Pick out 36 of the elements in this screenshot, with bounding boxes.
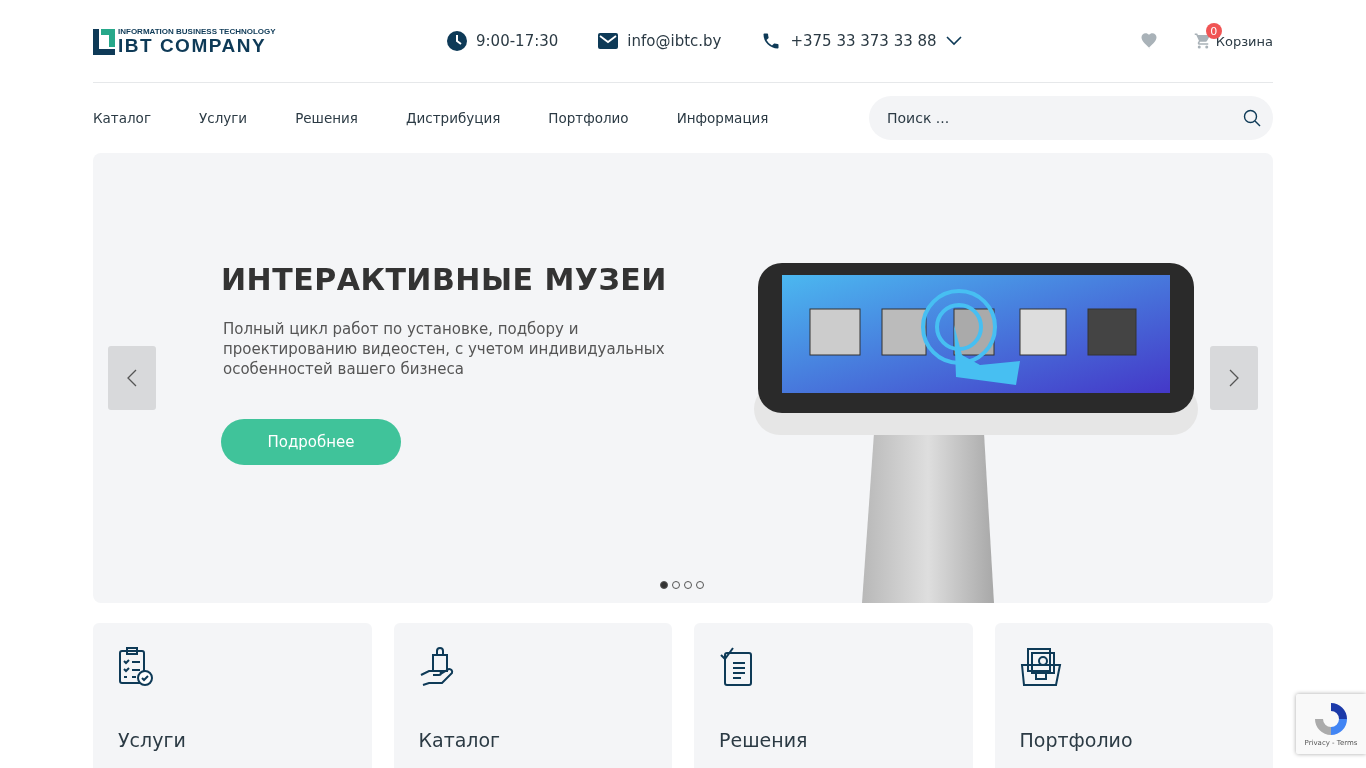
card-title: Решения <box>719 729 808 751</box>
nav-link[interactable]: Услуги <box>199 110 248 126</box>
card-title: Каталог <box>418 729 501 751</box>
cart-count-badge: 0 <box>1205 23 1222 39</box>
contact-link[interactable]: info@ibtc.by <box>627 32 722 50</box>
chevron-down-icon[interactable] <box>945 36 962 46</box>
nav-link[interactable]: Дистрибуция <box>405 110 501 126</box>
nav-link[interactable]: Решения <box>295 110 358 126</box>
chevron-left-icon <box>127 369 137 387</box>
logo-tagline: INFORMATION BUSINESS TECHNOLOGY <box>118 27 276 36</box>
chevron-right-icon <box>1229 369 1239 387</box>
card-title: Услуги <box>118 729 186 751</box>
nav-link[interactable]: Портфолио <box>548 110 629 126</box>
slide-dot[interactable] <box>660 581 668 589</box>
category-card[interactable]: Каталог <box>393 623 672 768</box>
contact-link[interactable]: 9:00-17:30 <box>476 32 559 50</box>
category-card[interactable]: Услуги <box>93 623 372 768</box>
category-card[interactable]: Портфолио <box>994 623 1273 768</box>
category-card[interactable]: Решения <box>694 623 973 768</box>
checklist-icon <box>118 647 154 687</box>
card-title: Портфолио <box>1019 729 1133 751</box>
contact-link[interactable]: +375 33 373 33 88 <box>790 32 937 50</box>
hero-title: ИНТЕРАКТИВНЫЕ МУЗЕИ <box>221 261 668 297</box>
document-check-icon <box>719 647 755 687</box>
nav-link[interactable]: Информация <box>676 110 769 126</box>
hero-description: Полный цикл работ по установке, подбору и проектированию видеостен, с учетом индивидуальных особенностей вашего бизнеса <box>223 318 666 379</box>
search-icon[interactable] <box>1243 109 1261 127</box>
logo-name: IBT COMPANY <box>118 35 268 55</box>
nav-link[interactable]: Каталог <box>93 110 151 126</box>
folder-with-photos-icon <box>1019 647 1062 687</box>
clock-icon <box>447 31 467 51</box>
logo-mark-icon <box>93 28 115 55</box>
search-field[interactable]: Поиск ... <box>869 96 1273 140</box>
recaptcha-logo-icon <box>1313 701 1349 737</box>
phone-icon <box>761 31 782 51</box>
mail-icon <box>598 33 619 49</box>
